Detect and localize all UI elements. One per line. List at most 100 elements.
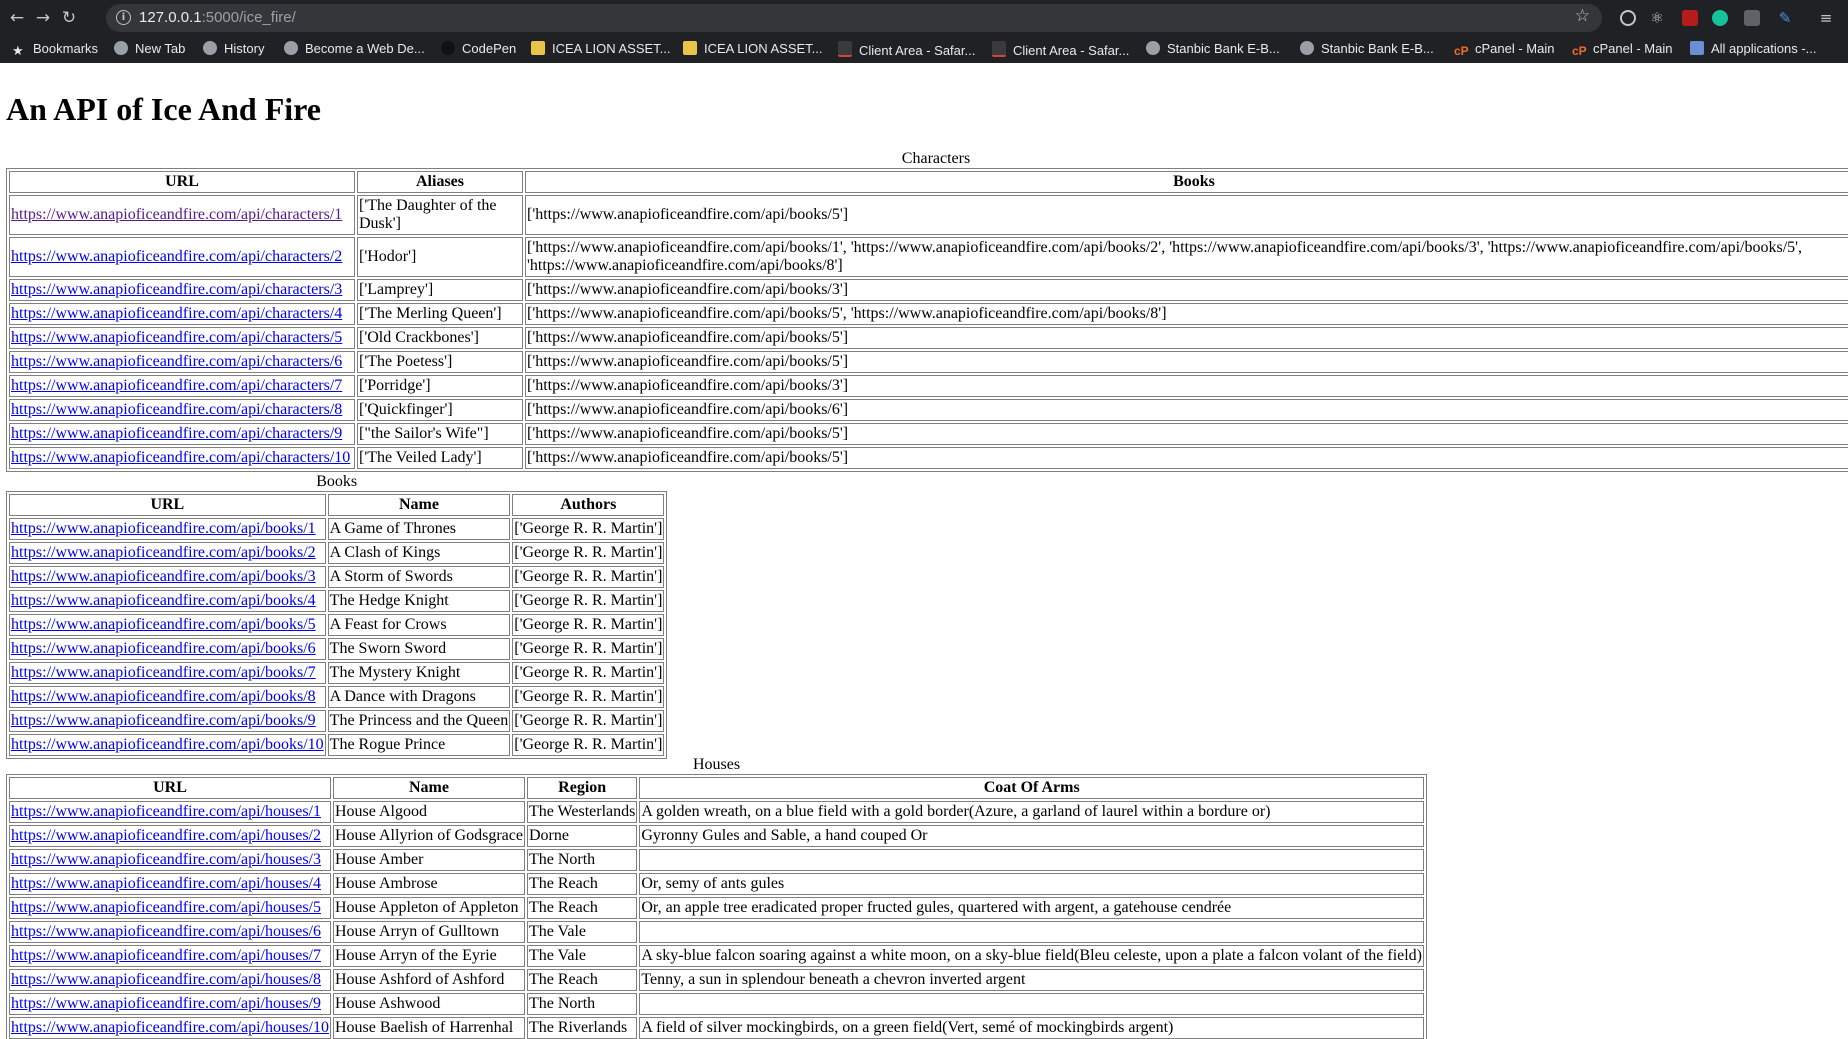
api-link[interactable]: https://www.anapioficeandfire.com/api/bo… bbox=[11, 664, 316, 681]
api-link[interactable]: https://www.anapioficeandfire.com/api/ho… bbox=[11, 971, 321, 988]
bookmark-item[interactable]: Stanbic Bank E-B... bbox=[1146, 41, 1280, 56]
api-link[interactable]: https://www.anapioficeandfire.com/api/ch… bbox=[11, 425, 342, 442]
table-cell: ['https://www.anapioficeandfire.com/api/… bbox=[525, 237, 1848, 277]
bookmark-item[interactable]: cP cPanel - Main bbox=[1454, 41, 1554, 58]
extension-feather-icon[interactable]: ✎ bbox=[1777, 10, 1793, 26]
api-link[interactable]: https://www.anapioficeandfire.com/api/bo… bbox=[11, 640, 316, 657]
site-icon bbox=[284, 41, 298, 55]
table-cell: ['The Poetess'] bbox=[357, 351, 523, 373]
address-bar[interactable]: i 127.0.0.1:5000/ice_fire/ ☆ bbox=[106, 4, 1602, 32]
url-cell: https://www.anapioficeandfire.com/api/ch… bbox=[9, 351, 355, 373]
extension-react-icon[interactable]: ⚛ bbox=[1649, 10, 1665, 26]
api-link[interactable]: https://www.anapioficeandfire.com/api/ch… bbox=[11, 281, 342, 298]
api-link[interactable]: https://www.anapioficeandfire.com/api/ho… bbox=[11, 947, 321, 964]
api-link[interactable]: https://www.anapioficeandfire.com/api/ch… bbox=[11, 248, 342, 265]
api-link[interactable]: https://www.anapioficeandfire.com/api/bo… bbox=[11, 688, 316, 705]
safaricom-icon bbox=[838, 41, 852, 57]
houses-caption: Houses bbox=[692, 756, 741, 773]
column-header: Name bbox=[327, 494, 511, 516]
api-link[interactable]: https://www.anapioficeandfire.com/api/ch… bbox=[11, 449, 350, 466]
api-link[interactable]: https://www.anapioficeandfire.com/api/bo… bbox=[11, 736, 324, 753]
api-link[interactable]: https://www.anapioficeandfire.com/api/ch… bbox=[11, 353, 342, 370]
url-cell: https://www.anapioficeandfire.com/api/ch… bbox=[9, 447, 355, 469]
forward-icon[interactable]: → bbox=[32, 7, 54, 29]
book-row: https://www.anapioficeandfire.com/api/bo… bbox=[9, 662, 665, 684]
api-link[interactable]: https://www.anapioficeandfire.com/api/bo… bbox=[11, 592, 316, 609]
api-link[interactable]: https://www.anapioficeandfire.com/api/ch… bbox=[11, 401, 342, 418]
bookmark-item[interactable]: History bbox=[203, 41, 264, 56]
table-cell: ['https://www.anapioficeandfire.com/api/… bbox=[525, 279, 1848, 301]
table-cell: House Appleton of Appleton bbox=[333, 897, 525, 919]
table-cell: ['Lamprey'] bbox=[357, 279, 523, 301]
table-cell: ['George R. R. Martin'] bbox=[512, 590, 665, 612]
api-link[interactable]: https://www.anapioficeandfire.com/api/ch… bbox=[11, 329, 342, 346]
address-url[interactable]: 127.0.0.1:5000/ice_fire/ bbox=[139, 9, 296, 26]
house-row: https://www.anapioficeandfire.com/api/ho… bbox=[9, 825, 1425, 847]
bookmark-item[interactable]: Stanbic Bank E-B... bbox=[1300, 41, 1434, 56]
extension-target-icon[interactable] bbox=[1620, 10, 1636, 26]
url-cell: https://www.anapioficeandfire.com/api/ch… bbox=[9, 327, 355, 349]
characters-caption: Characters bbox=[901, 150, 971, 167]
table-cell: House Allyrion of Godsgrace bbox=[333, 825, 525, 847]
book-row: https://www.anapioficeandfire.com/api/bo… bbox=[9, 518, 665, 540]
api-link[interactable]: https://www.anapioficeandfire.com/api/ho… bbox=[11, 923, 321, 940]
table-cell: The Princess and the Queen bbox=[327, 710, 511, 732]
api-link[interactable]: https://www.anapioficeandfire.com/api/bo… bbox=[11, 616, 316, 633]
bookmark-item[interactable]: Client Area - Safar... bbox=[992, 41, 1129, 58]
api-link[interactable]: https://www.anapioficeandfire.com/api/ch… bbox=[11, 206, 342, 223]
table-cell: Or, an apple tree eradicated proper fruc… bbox=[639, 897, 1425, 919]
house-row: https://www.anapioficeandfire.com/api/ho… bbox=[9, 945, 1425, 967]
extension-puzzle-icon[interactable] bbox=[1744, 10, 1760, 26]
table-cell: The Westerlands bbox=[526, 801, 638, 823]
bookmark-star-icon[interactable]: ☆ bbox=[1575, 6, 1590, 26]
back-icon[interactable]: ← bbox=[6, 7, 28, 29]
book-row: https://www.anapioficeandfire.com/api/bo… bbox=[9, 638, 665, 660]
api-link[interactable]: https://www.anapioficeandfire.com/api/ho… bbox=[11, 803, 321, 820]
url-cell: https://www.anapioficeandfire.com/api/ch… bbox=[9, 237, 355, 277]
table-cell: ['https://www.anapioficeandfire.com/api/… bbox=[525, 447, 1848, 469]
api-link[interactable]: https://www.anapioficeandfire.com/api/bo… bbox=[11, 568, 316, 585]
table-cell: ['Porridge'] bbox=[357, 375, 523, 397]
api-link[interactable]: https://www.anapioficeandfire.com/api/ch… bbox=[11, 377, 342, 394]
bookmark-item[interactable]: All applications -... bbox=[1690, 41, 1817, 56]
books-table: Books URL Name Authors https://www.anapi… bbox=[6, 473, 668, 759]
bookmark-item[interactable]: Become a Web De... bbox=[284, 41, 425, 56]
bookmark-label: cPanel - Main bbox=[1475, 41, 1555, 56]
url-cell: https://www.anapioficeandfire.com/api/ch… bbox=[9, 195, 355, 235]
api-link[interactable]: https://www.anapioficeandfire.com/api/bo… bbox=[11, 544, 316, 561]
browser-toolbar: ← → ↻ i 127.0.0.1:5000/ice_fire/ ☆ ⚛ ✎ ≡ bbox=[0, 0, 1848, 34]
api-link[interactable]: https://www.anapioficeandfire.com/api/ch… bbox=[11, 305, 342, 322]
reading-list-icon[interactable]: ≡ bbox=[1818, 10, 1834, 26]
bookmark-item[interactable]: New Tab bbox=[114, 41, 185, 56]
house-row: https://www.anapioficeandfire.com/api/ho… bbox=[9, 897, 1425, 919]
character-row: https://www.anapioficeandfire.com/api/ch… bbox=[9, 327, 1848, 349]
api-link[interactable]: https://www.anapioficeandfire.com/api/bo… bbox=[11, 520, 316, 537]
bookmark-item[interactable]: ICEA LION ASSET... bbox=[683, 41, 823, 56]
extension-ublock-icon[interactable] bbox=[1682, 10, 1698, 26]
api-link[interactable]: https://www.anapioficeandfire.com/api/bo… bbox=[11, 712, 316, 729]
table-cell: House Ashwood bbox=[333, 993, 525, 1015]
bookmark-item[interactable]: ICEA LION ASSET... bbox=[531, 41, 671, 56]
api-link[interactable]: https://www.anapioficeandfire.com/api/ho… bbox=[11, 899, 321, 916]
table-cell: House Arryn of the Eyrie bbox=[333, 945, 525, 967]
bookmark-item[interactable]: cP cPanel - Main bbox=[1572, 41, 1672, 58]
table-cell: The Rogue Prince bbox=[327, 734, 511, 756]
bookmark-item[interactable]: ★ Bookmarks bbox=[12, 41, 98, 58]
url-cell: https://www.anapioficeandfire.com/api/ch… bbox=[9, 399, 355, 421]
api-link[interactable]: https://www.anapioficeandfire.com/api/ho… bbox=[11, 827, 321, 844]
bookmark-item[interactable]: Client Area - Safar... bbox=[838, 41, 975, 58]
url-cell: https://www.anapioficeandfire.com/api/ch… bbox=[9, 279, 355, 301]
api-link[interactable]: https://www.anapioficeandfire.com/api/ho… bbox=[11, 851, 321, 868]
api-link[interactable]: https://www.anapioficeandfire.com/api/ho… bbox=[11, 875, 321, 892]
bookmark-item[interactable]: CodePen bbox=[441, 41, 516, 56]
house-row: https://www.anapioficeandfire.com/api/ho… bbox=[9, 921, 1425, 943]
reload-icon[interactable]: ↻ bbox=[58, 7, 80, 29]
table-cell: ['George R. R. Martin'] bbox=[512, 734, 665, 756]
table-cell: House Algood bbox=[333, 801, 525, 823]
url-cell: https://www.anapioficeandfire.com/api/bo… bbox=[9, 638, 326, 660]
extension-grammarly-icon[interactable] bbox=[1712, 10, 1728, 26]
api-link[interactable]: https://www.anapioficeandfire.com/api/ho… bbox=[11, 1019, 329, 1036]
site-info-icon[interactable]: i bbox=[116, 10, 131, 25]
api-link[interactable]: https://www.anapioficeandfire.com/api/ho… bbox=[11, 995, 321, 1012]
url-cell: https://www.anapioficeandfire.com/api/ho… bbox=[9, 921, 331, 943]
